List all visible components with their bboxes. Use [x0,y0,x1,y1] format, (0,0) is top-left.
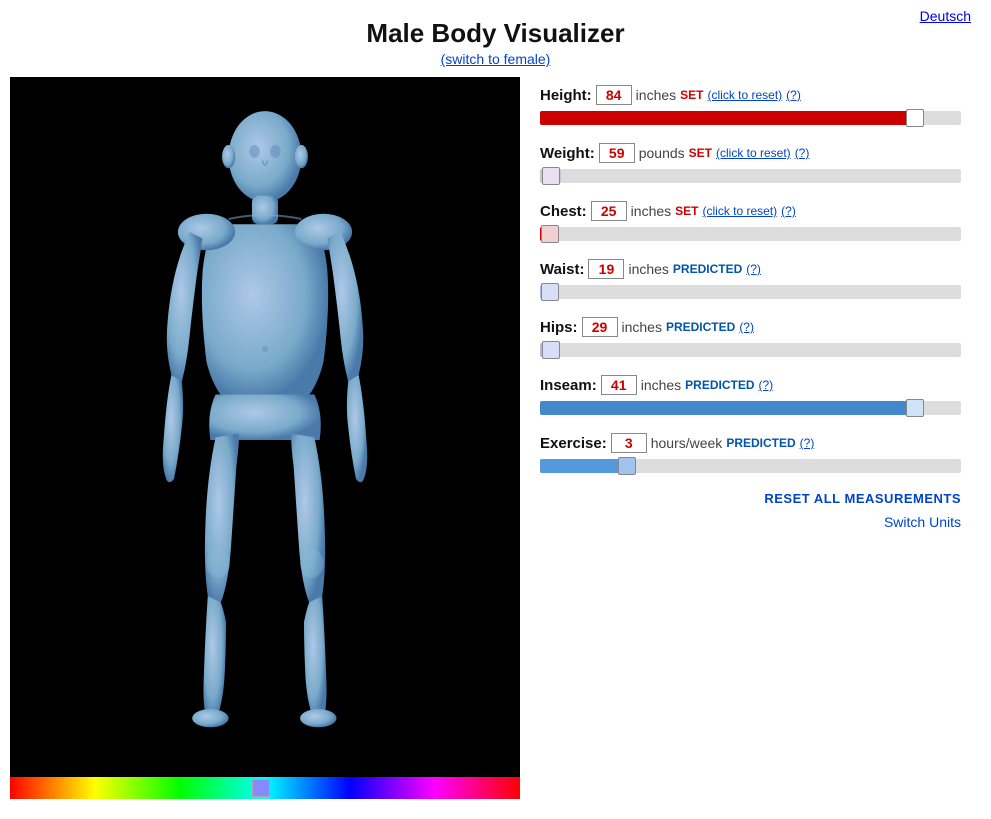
exercise-control: Exercise: 3 hours/week PREDICTED (?) [540,433,961,473]
weight-reset[interactable]: (click to reset) [716,146,791,160]
page-title: Male Body Visualizer [0,18,991,49]
waist-help[interactable]: (?) [746,262,761,276]
language-link[interactable]: Deutsch [920,8,971,24]
chest-slider-thumb[interactable] [541,225,559,243]
exercise-label: Exercise: [540,435,607,452]
exercise-help[interactable]: (?) [800,436,815,450]
chest-reset[interactable]: (click to reset) [702,204,777,218]
height-control: Height: 84 inches SET (click to reset) (… [540,85,961,125]
main-layout: Height: 84 inches SET (click to reset) (… [0,77,991,799]
weight-status: SET [689,146,712,160]
height-help[interactable]: (?) [786,88,801,102]
exercise-value[interactable]: 3 [611,433,647,453]
exercise-unit: hours/week [651,435,723,451]
height-value[interactable]: 84 [596,85,632,105]
chest-label: Chest: [540,203,587,220]
exercise-status: PREDICTED [726,436,795,450]
inseam-slider[interactable] [540,401,961,415]
waist-slider[interactable] [540,285,961,299]
chest-value[interactable]: 25 [591,201,627,221]
hips-slider-thumb[interactable] [542,341,560,359]
chest-slider[interactable] [540,227,961,241]
inseam-slider-thumb[interactable] [906,399,924,417]
hips-label: Hips: [540,319,578,336]
waist-slider-thumb[interactable] [541,283,559,301]
body-figure [105,102,425,752]
height-status: SET [680,88,703,102]
height-reset[interactable]: (click to reset) [707,88,782,102]
chest-help[interactable]: (?) [781,204,796,218]
page-title-area: Male Body Visualizer (switch to female) [0,0,991,67]
waist-value[interactable]: 19 [588,259,624,279]
chest-status: SET [675,204,698,218]
height-slider[interactable] [540,111,961,125]
inseam-help[interactable]: (?) [759,378,774,392]
exercise-slider-fill [540,459,624,473]
weight-control: Weight: 59 pounds SET (click to reset) (… [540,143,961,183]
weight-value[interactable]: 59 [599,143,635,163]
waist-unit: inches [628,261,668,277]
weight-slider[interactable] [540,169,961,183]
waist-control: Waist: 19 inches PREDICTED (?) [540,259,961,299]
hips-value[interactable]: 29 [582,317,618,337]
waist-status: PREDICTED [673,262,742,276]
hips-slider[interactable] [540,343,961,357]
height-label: Height: [540,87,592,104]
inseam-value[interactable]: 41 [601,375,637,395]
inseam-status: PREDICTED [685,378,754,392]
inseam-unit: inches [641,377,681,393]
exercise-slider[interactable] [540,459,961,473]
inseam-control: Inseam: 41 inches PREDICTED (?) [540,375,961,415]
viewer-panel [10,77,520,799]
inseam-label: Inseam: [540,377,597,394]
hips-help[interactable]: (?) [739,320,754,334]
hips-unit: inches [622,319,662,335]
reset-all-button[interactable]: RESET ALL MEASUREMENTS [764,491,961,506]
weight-label: Weight: [540,145,595,162]
height-unit: inches [636,87,676,103]
chest-unit: inches [631,203,671,219]
weight-help[interactable]: (?) [795,146,810,160]
hips-control: Hips: 29 inches PREDICTED (?) [540,317,961,357]
waist-label: Waist: [540,261,584,278]
height-slider-thumb[interactable] [906,109,924,127]
switch-units-button[interactable]: Switch Units [884,514,961,530]
color-gradient-bar[interactable] [10,777,520,799]
weight-unit: pounds [639,145,685,161]
exercise-slider-thumb[interactable] [618,457,636,475]
height-slider-fill [540,111,910,125]
hips-status: PREDICTED [666,320,735,334]
controls-panel: Height: 84 inches SET (click to reset) (… [520,77,981,799]
bottom-buttons: RESET ALL MEASUREMENTS Switch Units [540,491,961,530]
color-bar-thumb[interactable] [252,779,270,797]
viewer-canvas[interactable] [10,77,520,777]
inseam-slider-fill [540,401,910,415]
chest-control: Chest: 25 inches SET (click to reset) (?… [540,201,961,241]
switch-gender-link[interactable]: (switch to female) [0,51,991,67]
weight-slider-thumb[interactable] [542,167,560,185]
